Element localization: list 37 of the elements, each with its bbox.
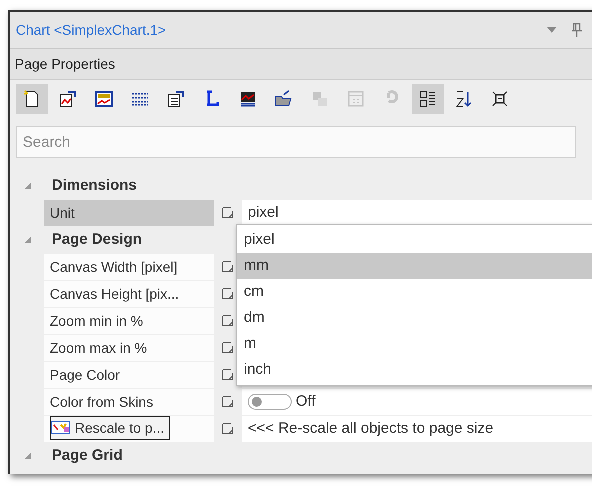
- edit-icon[interactable]: [222, 288, 234, 300]
- search-field[interactable]: Search: [16, 126, 576, 158]
- dropdown-option[interactable]: dm: [237, 305, 592, 331]
- dropdown-option[interactable]: inch: [237, 357, 592, 383]
- dropdown-option[interactable]: cm: [237, 279, 592, 305]
- window-title: Chart <SimplexChart.1>: [16, 22, 168, 38]
- category-label: Dimensions: [52, 177, 138, 194]
- dropdown-caret-icon[interactable]: [546, 26, 558, 34]
- new-page-icon[interactable]: [16, 84, 48, 114]
- edit-icon[interactable]: [222, 260, 234, 272]
- dropdown-option[interactable]: mm: [237, 253, 592, 279]
- section-header: Page Properties: [10, 49, 592, 80]
- toggle-switch[interactable]: [248, 394, 292, 410]
- toggle-state-label: Off: [296, 393, 316, 410]
- property-label[interactable]: Unit: [44, 200, 214, 226]
- edit-icon[interactable]: [222, 314, 234, 326]
- description-text: <<< Re-scale all objects to page size: [248, 420, 494, 437]
- dropdown-option[interactable]: m: [237, 331, 592, 357]
- pin-icon[interactable]: [572, 23, 582, 37]
- property-label[interactable]: Color from Skins: [44, 388, 214, 414]
- property-label[interactable]: Canvas Width [pixel]: [44, 254, 214, 280]
- rescale-icon: [51, 420, 71, 434]
- category-label: Page Design: [52, 231, 142, 248]
- property-label[interactable]: Page Color: [44, 362, 214, 388]
- edit-icon[interactable]: [222, 422, 234, 434]
- property-label[interactable]: Canvas Height [pix...: [44, 280, 214, 306]
- categorized-icon[interactable]: [412, 84, 444, 114]
- category-label: Page Grid: [52, 447, 123, 464]
- property-label[interactable]: Zoom max in %: [44, 334, 214, 360]
- unit-value[interactable]: pixel: [248, 204, 279, 221]
- edit-icon[interactable]: [222, 368, 234, 380]
- property-label[interactable]: Zoom min in %: [44, 308, 214, 334]
- edit-icon[interactable]: [222, 396, 234, 408]
- edit-icon[interactable]: [222, 342, 234, 354]
- rescale-button[interactable]: Rescale to p...: [50, 416, 170, 440]
- dropdown-option[interactable]: pixel: [237, 227, 592, 253]
- edit-icon[interactable]: [222, 206, 234, 218]
